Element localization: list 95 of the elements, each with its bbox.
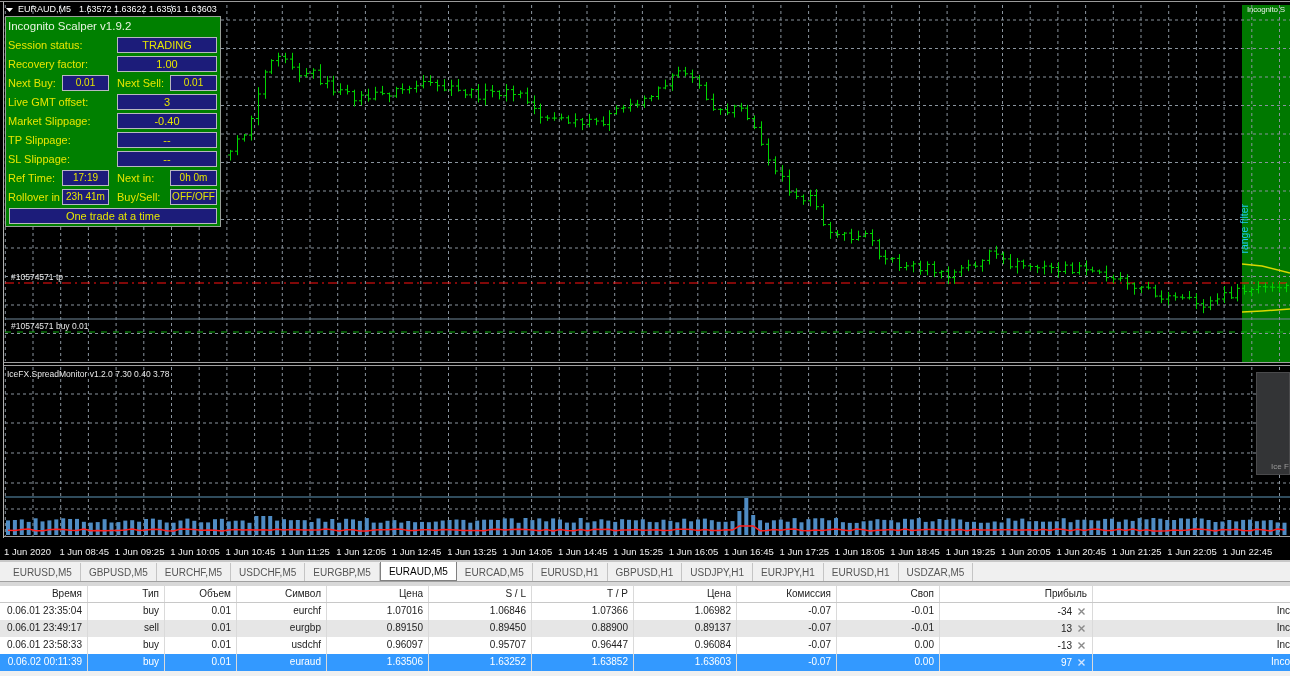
column-header[interactable]: Прибыль bbox=[940, 586, 1093, 602]
field-label: Next in: bbox=[117, 170, 156, 185]
table-cell-text: 97 bbox=[1060, 655, 1072, 670]
column-header[interactable]: T / P bbox=[532, 586, 634, 602]
time-label: 1 Jun 09:25 bbox=[114, 545, 166, 558]
time-label: 1 Jun 10:05 bbox=[170, 545, 221, 558]
zone-label: range filter bbox=[1238, 204, 1250, 254]
time-label: 1 Jun 12:05 bbox=[336, 545, 387, 558]
chart-symbol: EURAUD,M5 bbox=[18, 4, 71, 15]
column-header[interactable]: Символ bbox=[237, 586, 327, 602]
table-cell: 0.01 bbox=[165, 654, 237, 671]
field-label: SL Slippage: bbox=[8, 151, 71, 166]
time-label: 1 Jun 20:45 bbox=[1056, 545, 1108, 558]
trade-row[interactable]: 0.06.01 23:35:04 buy 0.01 eurchf 1.07016 1.06846 1.07366 1.06982 -0.07 -0.01 -34 Inc bbox=[0, 603, 1290, 620]
table-cell: -0.07 bbox=[737, 654, 837, 671]
column-header[interactable]: Комиссия bbox=[737, 586, 837, 602]
table-cell-text: -34 bbox=[1057, 604, 1072, 619]
time-label: 1 Jun 08:45 bbox=[59, 545, 111, 558]
time-label: 1 Jun 10:45 bbox=[225, 545, 277, 558]
trade-row[interactable]: 0.06.01 23:49:17 sell 0.01 eurgbp 0.89150 0.89450 0.88900 0.89137 -0.07 -0.01 13 Inc bbox=[0, 620, 1290, 637]
column-header[interactable]: Тип bbox=[88, 586, 165, 602]
close-icon[interactable] bbox=[1078, 642, 1085, 649]
value-display: -- bbox=[117, 131, 217, 148]
table-cell-text: Inco bbox=[1270, 655, 1290, 669]
field-label: Next Sell: bbox=[117, 75, 166, 90]
close-icon[interactable] bbox=[1078, 625, 1085, 632]
table-cell-text: 13 bbox=[1060, 621, 1072, 636]
logo-text: Ice F bbox=[1271, 462, 1289, 472]
order-label: #10574571 buy 0.01 bbox=[11, 321, 89, 331]
field-label: Session status: bbox=[8, 37, 84, 52]
column-header[interactable]: S / L bbox=[429, 586, 532, 602]
value-display: 3 bbox=[117, 93, 217, 110]
indicator-label: IceFX.SpreadMonitor v1.2.0 7.30 0.40 3.78 bbox=[7, 369, 170, 379]
table-cell-text: Inc bbox=[1275, 604, 1290, 618]
value-display: -0.40 bbox=[117, 112, 217, 129]
panel-title: Incognito Scalper v1.9.2 bbox=[8, 19, 132, 34]
value-display: TRADING bbox=[117, 36, 217, 53]
time-label: 1 Jun 11:25 bbox=[280, 545, 331, 558]
table-cell: 1.63252 bbox=[429, 654, 532, 671]
table-cell-text: -13 bbox=[1057, 638, 1072, 653]
table-cell: euraud bbox=[237, 654, 327, 671]
time-label: 1 Jun 17:25 bbox=[779, 545, 831, 558]
value-display: 17:19 bbox=[62, 169, 109, 186]
time-label: 1 Jun 13:25 bbox=[447, 545, 498, 558]
time-label: 1 Jun 18:05 bbox=[834, 545, 886, 558]
value-display: 0h 0m bbox=[170, 169, 217, 186]
time-label: 1 Jun 16:05 bbox=[668, 545, 720, 558]
band-lines bbox=[1241, 263, 1290, 313]
time-label: 1 Jun 20:05 bbox=[1001, 545, 1052, 558]
value-display: 0.01 bbox=[170, 74, 217, 91]
field-label: Ref Time: bbox=[8, 170, 57, 185]
field-label: Recovery factor: bbox=[8, 56, 90, 71]
time-label: 1 Jun 12:45 bbox=[391, 545, 443, 558]
mode-display: One trade at a time bbox=[9, 207, 217, 224]
column-header[interactable]: Своп bbox=[837, 586, 940, 602]
field-label: Next Buy: bbox=[8, 75, 57, 90]
table-cell: 0.00 bbox=[837, 654, 940, 671]
time-label: 1 Jun 22:05 bbox=[1167, 545, 1218, 558]
column-header[interactable]: Время bbox=[0, 586, 88, 602]
column-header[interactable]: Цена bbox=[327, 586, 429, 602]
table-cell-text: Inc bbox=[1275, 638, 1290, 652]
table-cell: 0.06.02 00:11:39 bbox=[0, 654, 88, 671]
time-label: 1 Jun 19:25 bbox=[945, 545, 997, 558]
value-display: -- bbox=[117, 150, 217, 167]
field-label: Live GMT offset: bbox=[8, 94, 90, 109]
value-display: OFF/OFF bbox=[170, 188, 217, 205]
trade-row[interactable]: 0.06.01 23:58:33 buy 0.01 usdchf 0.96097 0.95707 0.96447 0.96084 -0.07 0.00 -13 Inc bbox=[0, 637, 1290, 654]
time-label: 1 Jun 14:05 bbox=[502, 545, 554, 558]
time-label: 1 Jun 15:25 bbox=[613, 545, 664, 558]
order-label: #10574571 tp bbox=[11, 272, 63, 282]
indicator-caption: Incognito S bbox=[1247, 5, 1285, 15]
caret-icon[interactable] bbox=[6, 7, 13, 12]
time-label: 1 Jun 18:45 bbox=[890, 545, 941, 558]
time-label: 1 Jun 16:45 bbox=[724, 545, 775, 558]
field-label: Rollover in bbox=[8, 189, 61, 204]
table-cell: buy bbox=[88, 654, 165, 671]
table-cell: 1.63506 bbox=[327, 654, 429, 671]
field-label: Buy/Sell: bbox=[117, 189, 162, 204]
field-label: TP Slippage: bbox=[8, 132, 72, 147]
value-display: 23h 41m bbox=[62, 188, 109, 205]
field-label: Market Slippage: bbox=[8, 113, 92, 128]
time-label: 1 Jun 14:45 bbox=[557, 545, 609, 558]
value-display: 1.00 bbox=[117, 55, 217, 72]
table-cell: 1.63603 bbox=[634, 654, 737, 671]
time-label: 1 Jun 2020 bbox=[4, 545, 52, 558]
chart-quote: 1.63572 1.63622 1.63561 1.63603 bbox=[79, 4, 217, 15]
column-header[interactable]: Цена bbox=[634, 586, 737, 602]
table-cell-text: Inc bbox=[1275, 621, 1290, 635]
time-label: 1 Jun 22:45 bbox=[1222, 545, 1274, 558]
value-display: 0.01 bbox=[62, 74, 109, 91]
close-icon[interactable] bbox=[1078, 608, 1085, 615]
time-label: 1 Jun 21:25 bbox=[1111, 545, 1163, 558]
table-cell: 1.63852 bbox=[532, 654, 634, 671]
chart-tab[interactable]: EURAUD,M5 bbox=[379, 562, 457, 581]
column-header[interactable]: Объем bbox=[165, 586, 237, 602]
